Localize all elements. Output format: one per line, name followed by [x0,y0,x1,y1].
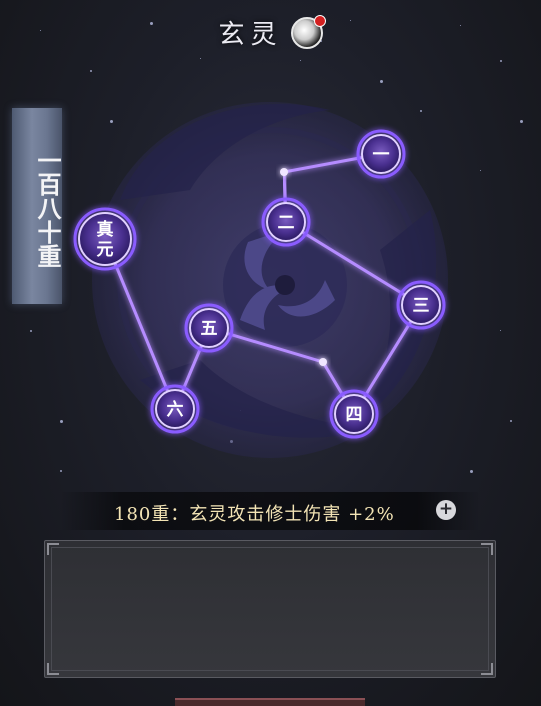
core-node[interactable]: 真元 [73,207,137,271]
notification-badge [313,14,326,27]
page-title: 玄灵 [218,20,283,50]
waypoint-dot [319,358,327,366]
node-label: 元 [97,240,114,260]
constellation-node[interactable]: 六 [150,384,200,434]
bonus-text: 180重：玄灵攻击修士伤害 +2% [114,504,395,525]
node-label: 四 [346,405,363,425]
bonus-bar: 180重：玄灵攻击修士伤害 +2% + [60,492,480,530]
plus-button[interactable]: + [436,500,456,520]
node-label: 真 [97,219,114,240]
node-label: 五 [201,319,218,339]
constellation-node[interactable]: 五 [184,303,234,353]
constellation-node[interactable]: 四 [329,389,379,439]
yin-yang-orb-icon[interactable] [290,14,326,49]
panel-corner [481,663,493,675]
constellation-node[interactable]: 一 [356,129,406,179]
game-screen: 真元 一二三四 五六 玄灵 一百八十重 180重：玄灵攻击修士伤害 +2% + [0,0,541,706]
header: 玄灵 [0,14,541,51]
panel-corner [47,663,59,675]
node-label: 三 [413,296,430,316]
node-label: 一 [373,145,390,165]
level-banner-text: 一百八十重 [33,148,62,268]
constellation-node[interactable]: 三 [396,280,446,330]
panel-corner [47,543,59,555]
description-panel [44,540,496,678]
description-panel-inner [51,547,489,671]
panel-corner [481,543,493,555]
bottom-tab[interactable] [175,698,365,706]
node-label: 二 [278,213,295,233]
constellation-node[interactable]: 二 [261,197,311,247]
waypoint-dot [280,168,288,176]
level-banner: 一百八十重 [12,108,62,304]
node-label: 六 [167,399,184,420]
